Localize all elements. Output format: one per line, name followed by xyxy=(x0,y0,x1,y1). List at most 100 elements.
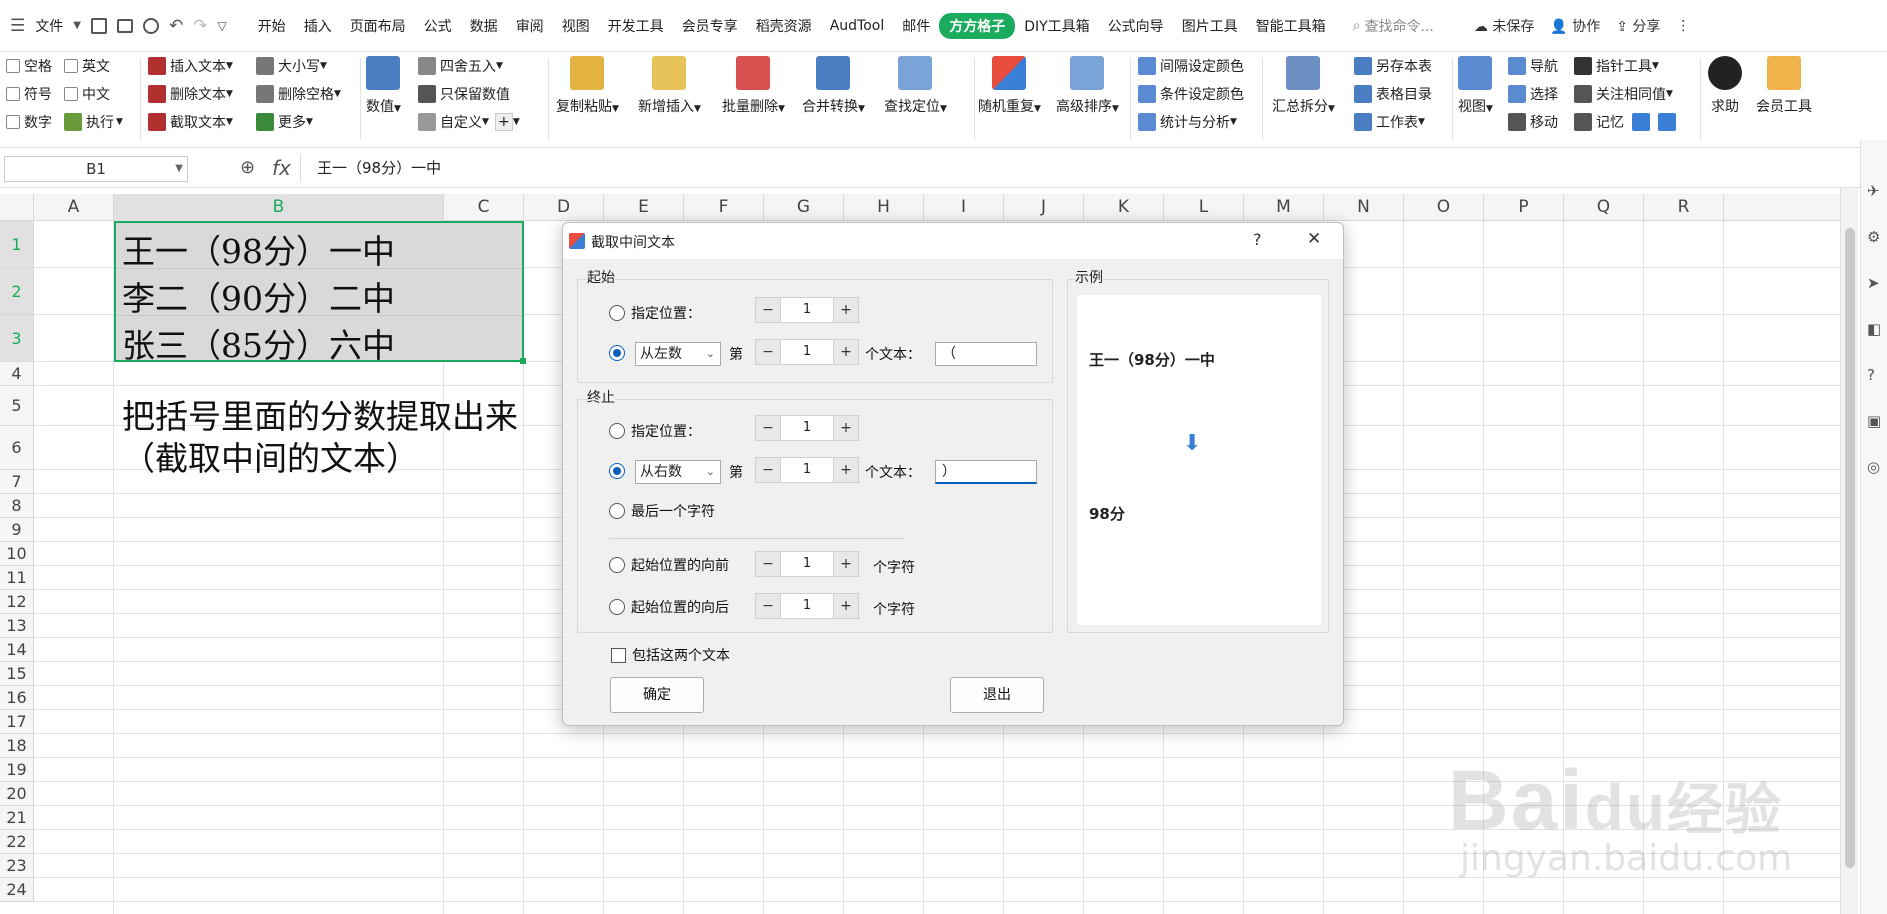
end-from-radio[interactable] xyxy=(609,463,625,479)
check-chinese[interactable]: 中文 xyxy=(64,84,110,104)
cell-b1[interactable]: 王一（98分）一中 xyxy=(122,225,395,273)
fx-icon[interactable]: fx xyxy=(272,156,291,180)
tab-developer[interactable]: 开发工具 xyxy=(599,16,673,36)
minus-icon[interactable]: − xyxy=(755,551,781,577)
navigate-button[interactable]: 导航 xyxy=(1508,56,1558,76)
plus-icon[interactable]: + xyxy=(833,457,859,483)
before-start-radio[interactable] xyxy=(609,557,625,573)
row-header-10[interactable]: 10 xyxy=(0,542,34,566)
column-header-O[interactable]: O xyxy=(1404,194,1484,221)
cursor-icon[interactable]: ➤ xyxy=(1867,274,1880,292)
insert-text-button[interactable]: 插入文本 ▼ xyxy=(148,56,233,76)
search-input[interactable]: 查找命令... xyxy=(1365,16,1434,36)
tab-member[interactable]: 会员专享 xyxy=(673,16,747,36)
keep-numeric-button[interactable]: 只保留数值 xyxy=(418,84,510,104)
column-header-Q[interactable]: Q xyxy=(1564,194,1644,221)
command-search[interactable]: ⌕ 查找命令... xyxy=(1353,16,1434,36)
dialog-help-button[interactable]: ? xyxy=(1253,230,1262,249)
delete-text-button[interactable]: 删除文本 ▼ xyxy=(148,84,233,104)
tab-diy[interactable]: DIY工具箱 xyxy=(1015,16,1098,36)
member-tools-button[interactable]: 会员工具 xyxy=(1756,56,1812,116)
check-number[interactable]: 数字 xyxy=(6,112,52,132)
customize-icon[interactable]: ▽ xyxy=(217,19,226,33)
find-locate-button[interactable]: 查找定位▼ xyxy=(884,56,947,116)
numeric-button[interactable]: 数值▼ xyxy=(366,56,401,116)
redo-icon[interactable]: ↷ xyxy=(193,16,207,36)
random-repeat-button[interactable]: 随机重复▼ xyxy=(978,56,1041,116)
include-both-checkbox[interactable] xyxy=(611,648,626,663)
rocket-icon[interactable]: ✈ xyxy=(1867,182,1880,200)
tab-view[interactable]: 视图 xyxy=(553,16,599,36)
after-start-radio[interactable] xyxy=(609,599,625,615)
row-header-13[interactable]: 13 xyxy=(0,614,34,638)
column-header-E[interactable]: E xyxy=(604,194,684,221)
arrow-left-icon[interactable] xyxy=(1632,113,1650,131)
column-header-G[interactable]: G xyxy=(764,194,844,221)
print-icon[interactable] xyxy=(116,18,133,33)
last-char-radio[interactable] xyxy=(609,503,625,519)
name-box[interactable]: B1 ▼ xyxy=(4,156,188,182)
minus-icon[interactable]: − xyxy=(755,297,781,323)
row-header-23[interactable]: 23 xyxy=(0,854,34,878)
row-header-5[interactable]: 5 xyxy=(0,386,34,426)
tab-mail[interactable]: 邮件 xyxy=(893,16,939,36)
plus-icon[interactable]: + xyxy=(494,113,513,131)
remove-space-button[interactable]: 删除空格 ▼ xyxy=(256,84,341,104)
copy-paste-button[interactable]: 复制粘贴▼ xyxy=(556,56,619,116)
minus-icon[interactable]: − xyxy=(755,339,781,365)
start-nth-value[interactable]: 1 xyxy=(781,339,833,365)
row-header-16[interactable]: 16 xyxy=(0,686,34,710)
cell-b3[interactable]: 张三（85分）六中 xyxy=(122,319,395,367)
start-from-radio[interactable] xyxy=(609,345,625,361)
row-header-14[interactable]: 14 xyxy=(0,638,34,662)
watch-same-button[interactable]: 关注相同值 ▼ xyxy=(1574,84,1673,104)
select-button[interactable]: 选择 xyxy=(1508,84,1558,104)
column-header-M[interactable]: M xyxy=(1244,194,1324,221)
memory-button[interactable]: 记忆 xyxy=(1574,112,1680,132)
row-header-2[interactable]: 2 xyxy=(0,268,34,315)
tab-page-layout[interactable]: 页面布局 xyxy=(341,16,415,36)
tab-formula-wizard[interactable]: 公式向导 xyxy=(1099,16,1173,36)
before-start-value[interactable]: 1 xyxy=(781,551,833,577)
column-header-B[interactable]: B xyxy=(114,194,444,221)
scroll-thumb[interactable] xyxy=(1845,228,1855,868)
move-button[interactable]: 移动 xyxy=(1508,112,1558,132)
column-header-P[interactable]: P xyxy=(1484,194,1564,221)
row-header-22[interactable]: 22 xyxy=(0,830,34,854)
shape-icon[interactable]: ◧ xyxy=(1867,320,1881,338)
view-button[interactable]: 视图▼ xyxy=(1458,56,1493,116)
end-direction-select[interactable]: 从右数 ⌄ xyxy=(635,460,721,484)
tab-fangfang[interactable]: 方方格子 xyxy=(939,12,1016,39)
column-header-C[interactable]: C xyxy=(444,194,524,221)
end-nth-stepper[interactable]: −1 + xyxy=(755,457,859,483)
collab-button[interactable]: 👤 协作 xyxy=(1550,16,1600,36)
before-start-stepper[interactable]: −1 + xyxy=(755,551,859,577)
advanced-sort-button[interactable]: 高级排序▼ xyxy=(1056,56,1119,116)
row-header-11[interactable]: 11 xyxy=(0,566,34,590)
plus-icon[interactable]: + xyxy=(833,339,859,365)
row-header-17[interactable]: 17 xyxy=(0,710,34,734)
row-header-9[interactable]: 9 xyxy=(0,518,34,542)
formula-input[interactable]: 王一（98分）一中 xyxy=(300,154,1856,182)
tab-audtool[interactable]: AudTool xyxy=(821,18,894,34)
more-icon[interactable]: ⋮ xyxy=(1676,18,1690,34)
summary-split-button[interactable]: 汇总拆分▼ xyxy=(1272,56,1335,116)
row-header-24[interactable]: 24 xyxy=(0,878,34,902)
start-position-value[interactable]: 1 xyxy=(781,297,833,323)
round-button[interactable]: 四舍五入 ▼ xyxy=(418,56,503,76)
stats-button[interactable]: 统计与分析 ▼ xyxy=(1138,112,1237,132)
case-button[interactable]: 大小写 ▼ xyxy=(256,56,327,76)
ok-button[interactable]: 确定 xyxy=(610,677,704,713)
end-text-input[interactable]: ） xyxy=(935,460,1037,484)
row-header-6[interactable]: 6 xyxy=(0,426,34,470)
column-header-N[interactable]: N xyxy=(1324,194,1404,221)
row-header-3[interactable]: 3 xyxy=(0,315,34,362)
column-header-I[interactable]: I xyxy=(924,194,1004,221)
row-header-1[interactable]: 1 xyxy=(0,221,34,268)
row-header-19[interactable]: 19 xyxy=(0,758,34,782)
check-space[interactable]: 空格 xyxy=(6,56,52,76)
preview-icon[interactable] xyxy=(142,17,159,34)
cell-b6[interactable]: （截取中间的文本） xyxy=(122,432,419,480)
tab-picture[interactable]: 图片工具 xyxy=(1173,16,1247,36)
share-button[interactable]: ⇪ 分享 xyxy=(1616,16,1660,36)
